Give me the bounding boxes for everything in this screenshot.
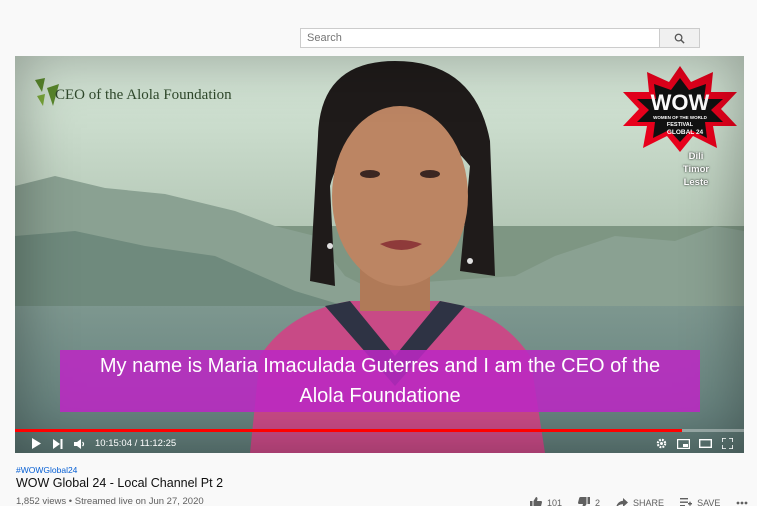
- miniplayer-button[interactable]: [672, 434, 694, 453]
- more-icon: [737, 501, 748, 504]
- settings-button[interactable]: [650, 434, 672, 453]
- search-icon: [674, 33, 685, 44]
- fullscreen-button[interactable]: [716, 434, 738, 453]
- theater-button[interactable]: [694, 434, 716, 453]
- save-icon: [680, 497, 693, 506]
- search-input[interactable]: [300, 28, 660, 48]
- thumbs-down-icon: [578, 497, 591, 506]
- video-title: WOW Global 24 - Local Channel Pt 2: [16, 476, 224, 490]
- theater-icon: [698, 439, 712, 448]
- like-button[interactable]: 101: [530, 497, 562, 506]
- time-display: 10:15:04 / 11:12:25: [95, 438, 177, 449]
- player-controls: 10:15:04 / 11:12:25: [15, 434, 744, 453]
- progress-fill: [15, 429, 683, 432]
- video-caption: My name is Maria Imaculada Guterres and …: [60, 350, 700, 412]
- save-label: SAVE: [697, 497, 721, 506]
- share-icon: [616, 497, 629, 506]
- video-player[interactable]: CEO of the Alola Foundation WOW WOMEN OF…: [15, 56, 744, 453]
- play-button[interactable]: [25, 434, 47, 453]
- video-meta: 1,852 views • Streamed live on Jun 27, 2…: [16, 496, 204, 506]
- dislike-count: 2: [595, 497, 601, 506]
- caption-line: My name is Maria Imaculada Guterres and …: [99, 355, 661, 377]
- fullscreen-icon: [721, 438, 733, 449]
- caption-line: Alola Foundatione: [299, 385, 461, 407]
- progress-bar[interactable]: [15, 429, 744, 432]
- volume-button[interactable]: [69, 434, 91, 453]
- volume-icon: [74, 438, 85, 449]
- top-bar: [0, 0, 757, 52]
- thumbs-up-icon: [530, 497, 542, 506]
- like-count: 101: [547, 497, 563, 506]
- settings-icon: [656, 438, 666, 449]
- next-button[interactable]: [47, 434, 69, 453]
- miniplayer-icon: [676, 438, 690, 449]
- share-label: SHARE: [633, 497, 665, 506]
- share-button[interactable]: SHARE: [616, 497, 665, 506]
- video-hashtag[interactable]: #WOWGlobal24: [16, 465, 77, 475]
- play-icon: [32, 438, 41, 449]
- more-button[interactable]: [736, 501, 753, 505]
- search-button[interactable]: [660, 28, 700, 48]
- video-actions: 101 2 SHARE SAVE: [530, 497, 757, 506]
- dislike-button[interactable]: 2: [578, 497, 600, 506]
- save-button[interactable]: SAVE: [680, 497, 721, 506]
- next-icon: [53, 438, 63, 449]
